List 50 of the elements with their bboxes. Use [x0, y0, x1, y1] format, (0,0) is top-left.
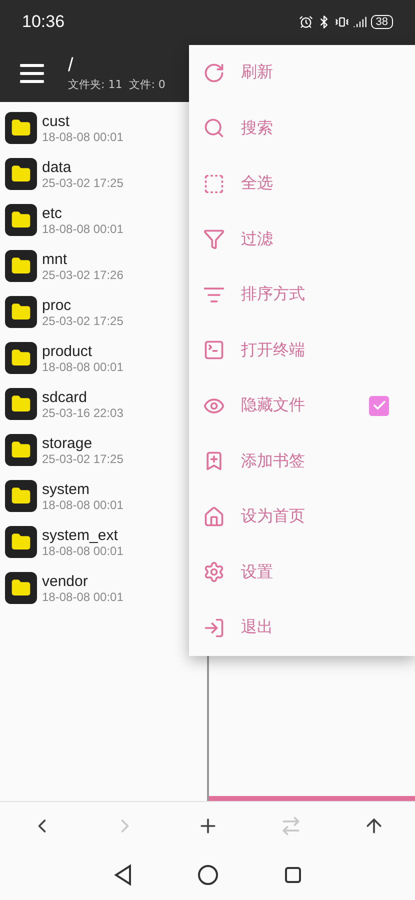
folder-icon [5, 480, 37, 512]
settings-icon [203, 561, 225, 584]
signal-icon [352, 15, 367, 29]
file-date: 25-03-16 22:03 [42, 406, 124, 420]
file-date: 25-03-02 17:25 [42, 176, 124, 190]
folder-icon [5, 296, 37, 328]
file-date: 25-03-02 17:25 [42, 452, 124, 466]
exit-icon [203, 616, 225, 639]
file-name[interactable]: mnt [42, 250, 124, 268]
current-path: / [68, 54, 74, 76]
file-date: 18-08-08 00:01 [42, 130, 124, 144]
folder-icon [5, 158, 37, 190]
folder-icon [5, 526, 37, 558]
refresh-icon [203, 62, 225, 84]
status-time: 10:36 [22, 12, 65, 32]
folder-icon [5, 572, 37, 604]
battery-level: 38 [370, 15, 393, 29]
folder-icon [5, 250, 37, 282]
filter-icon [203, 228, 225, 250]
file-date: 18-08-08 00:01 [42, 590, 124, 604]
file-name[interactable]: data [42, 158, 124, 176]
file-date: 18-08-08 00:01 [42, 544, 124, 558]
search-icon [203, 117, 225, 140]
vibrate-icon [334, 15, 349, 29]
file-name[interactable]: vendor [42, 572, 124, 590]
file-name[interactable]: storage [42, 434, 124, 452]
folder-icon [5, 204, 37, 236]
folder-summary: 文件夹: 11 文件: 0 [68, 76, 166, 92]
alarm-icon [298, 15, 313, 29]
file-date: 18-08-08 00:01 [42, 360, 124, 374]
file-name[interactable]: sdcard [42, 388, 124, 406]
terminal-icon [203, 339, 225, 362]
folder-icon [5, 342, 37, 374]
file-name[interactable]: system_ext [42, 526, 124, 544]
file-name[interactable]: etc [42, 204, 124, 222]
file-date: 18-08-08 00:01 [42, 222, 124, 236]
menu-button[interactable] [20, 64, 44, 82]
file-name[interactable]: system [42, 480, 124, 498]
folder-icon [5, 388, 37, 420]
file-date: 25-03-02 17:26 [42, 268, 124, 282]
file-date: 18-08-08 00:01 [42, 498, 124, 512]
home-icon [203, 506, 225, 528]
file-date: 25-03-02 17:25 [42, 314, 124, 328]
hidden-files-checkbox[interactable] [369, 396, 389, 416]
folder-icon [5, 112, 37, 144]
folder-icon [5, 434, 37, 466]
file-name[interactable]: proc [42, 296, 124, 314]
file-name[interactable]: product [42, 342, 124, 360]
file-name[interactable]: cust [42, 112, 124, 130]
dashed-square-icon [203, 172, 225, 195]
